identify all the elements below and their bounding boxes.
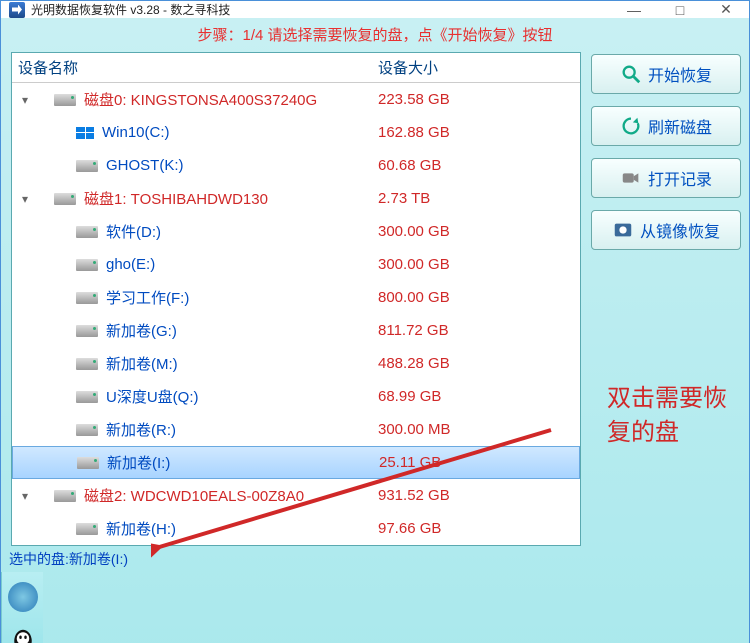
action-panel: 开始恢复 刷新磁盘 打开记录 从镜像恢复 <box>591 52 741 546</box>
refresh-disk-button[interactable]: 刷新磁盘 <box>591 106 741 146</box>
right-sidebar: ? <box>1 572 43 643</box>
row-name: 新加卷(M:) <box>106 353 178 374</box>
expand-icon[interactable]: ▾ <box>18 93 32 107</box>
drive-icon <box>54 490 76 502</box>
open-log-button[interactable]: 打开记录 <box>591 158 741 198</box>
row-name: GHOST(K:) <box>106 157 184 174</box>
row-size: 931.52 GB <box>378 487 580 504</box>
row-size: 800.00 GB <box>378 289 580 306</box>
row-name: 新加卷(I:) <box>107 452 170 473</box>
row-name: 磁盘0: KINGSTONSA400S37240G <box>84 89 317 110</box>
header-size: 设备大小 <box>378 57 580 78</box>
drive-icon <box>76 292 98 304</box>
client-area: 步骤：1/4 请选择需要恢复的盘，点《开始恢复》按钮 设备名称 设备大小 ▾ 磁盘… <box>1 18 749 643</box>
row-size: 68.99 GB <box>378 388 580 405</box>
close-button[interactable]: ✕ <box>703 1 749 18</box>
disk-row[interactable]: ▾ 磁盘1: TOSHIBAHDWD130 2.73 TB <box>12 182 580 215</box>
refresh-icon <box>620 115 642 137</box>
titlebar: 光明数据恢复软件 v3.28 - 数之寻科技 — □ ✕ <box>1 1 749 18</box>
row-name: gho(E:) <box>106 256 155 273</box>
tree-header: 设备名称 设备大小 <box>12 53 580 83</box>
partition-row[interactable]: GHOST(K:) 60.68 GB <box>12 149 580 182</box>
disk-row[interactable]: ▾ 磁盘0: KINGSTONSA400S37240G 223.58 GB <box>12 83 580 116</box>
device-tree: 设备名称 设备大小 ▾ 磁盘0: KINGSTONSA400S37240G 223.… <box>11 52 581 546</box>
row-size: 300.00 GB <box>378 223 580 240</box>
start-recovery-button[interactable]: 开始恢复 <box>591 54 741 94</box>
row-name: 新加卷(R:) <box>106 419 176 440</box>
partition-row[interactable]: 学习工作(F:) 800.00 GB <box>12 281 580 314</box>
partition-row[interactable]: 新加卷(M:) 488.28 GB <box>12 347 580 380</box>
drive-icon <box>76 391 98 403</box>
drive-icon <box>76 160 98 172</box>
row-size: 162.88 GB <box>378 124 580 141</box>
disk-image-icon <box>612 219 634 241</box>
globe-icon[interactable] <box>8 582 38 612</box>
drive-icon <box>76 523 98 535</box>
row-name: 新加卷(H:) <box>106 518 176 539</box>
partition-row[interactable]: 新加卷(H:) 97.66 GB <box>12 512 580 545</box>
window-title: 光明数据恢复软件 v3.28 - 数之寻科技 <box>31 1 611 18</box>
drive-icon <box>76 325 98 337</box>
minimize-button[interactable]: — <box>611 1 657 18</box>
partition-row[interactable]: 新加卷(R:) 300.00 MB <box>12 413 580 446</box>
row-size: 300.00 MB <box>378 421 580 438</box>
partition-row[interactable]: U深度U盘(Q:) 68.99 GB <box>12 380 580 413</box>
windows-icon <box>76 127 94 139</box>
row-name: 磁盘2: WDCWD10EALS-00Z8A0 <box>84 485 304 506</box>
step-text: 步骤：1/4 请选择需要恢复的盘，点《开始恢复》按钮 <box>1 18 749 52</box>
row-name: 磁盘1: TOSHIBAHDWD130 <box>84 188 268 209</box>
row-name: Win10(C:) <box>102 124 170 141</box>
expand-icon[interactable]: ▾ <box>18 489 32 503</box>
row-name: U深度U盘(Q:) <box>106 386 199 407</box>
row-size: 97.66 GB <box>378 520 580 537</box>
search-icon <box>620 63 642 85</box>
drive-icon <box>76 259 98 271</box>
status-bar: 选中的盘:新加卷(I:) <box>1 546 749 572</box>
partition-row[interactable]: gho(E:) 300.00 GB <box>12 248 580 281</box>
row-size: 223.58 GB <box>378 91 580 108</box>
row-size: 811.72 GB <box>378 322 580 339</box>
partition-row[interactable]: 新加卷(G:) 811.72 GB <box>12 314 580 347</box>
drive-icon <box>54 94 76 106</box>
row-size: 300.00 GB <box>378 256 580 273</box>
restore-from-image-button[interactable]: 从镜像恢复 <box>591 210 741 250</box>
row-size: 488.28 GB <box>378 355 580 372</box>
drive-icon <box>76 358 98 370</box>
drive-icon <box>76 226 98 238</box>
header-name: 设备名称 <box>18 57 378 78</box>
partition-row[interactable]: 软件(D:) 300.00 GB <box>12 215 580 248</box>
partition-row[interactable]: Win10(C:) 162.88 GB <box>12 116 580 149</box>
row-size: 2.73 TB <box>378 190 580 207</box>
row-size: 25.11 GB <box>379 454 579 471</box>
drive-icon <box>76 424 98 436</box>
row-size: 60.68 GB <box>378 157 580 174</box>
row-name: 软件(D:) <box>106 221 161 242</box>
partition-row[interactable]: 新加卷(I:) 25.11 GB <box>12 446 580 479</box>
app-window: 光明数据恢复软件 v3.28 - 数之寻科技 — □ ✕ 步骤：1/4 请选择需… <box>0 0 750 643</box>
camera-icon <box>620 167 642 189</box>
drive-icon <box>77 457 99 469</box>
drive-icon <box>54 193 76 205</box>
disk-row[interactable]: ▾ 磁盘2: WDCWD10EALS-00Z8A0 931.52 GB <box>12 479 580 512</box>
expand-icon[interactable]: ▾ <box>18 192 32 206</box>
maximize-button[interactable]: □ <box>657 1 703 18</box>
row-name: 学习工作(F:) <box>106 287 189 308</box>
row-name: 新加卷(G:) <box>106 320 177 341</box>
app-icon <box>9 2 25 18</box>
qq-icon[interactable] <box>8 626 38 643</box>
